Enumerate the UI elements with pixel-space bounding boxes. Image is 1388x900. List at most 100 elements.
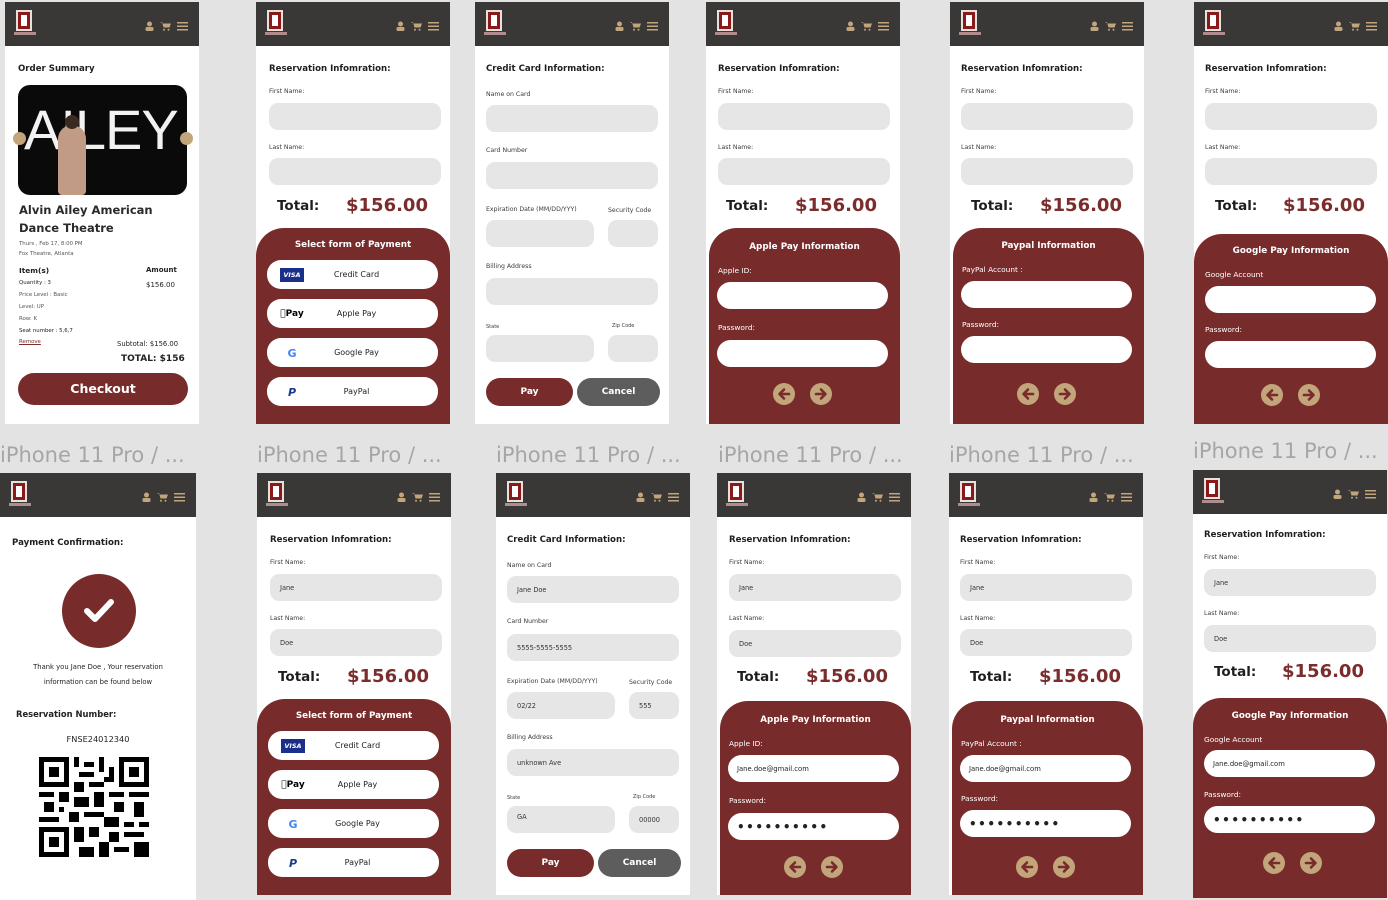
pay-button[interactable]: Pay	[486, 378, 573, 406]
theatre-logo[interactable]	[14, 10, 36, 36]
last-name-input[interactable]	[961, 158, 1133, 185]
back-arrow-icon[interactable]	[784, 856, 806, 878]
user-icon[interactable]	[1333, 489, 1342, 499]
password-input[interactable]: ••••••••••	[960, 810, 1131, 837]
theatre-logo[interactable]	[726, 481, 748, 507]
name-on-card-input[interactable]	[486, 105, 658, 132]
password-input[interactable]	[717, 340, 888, 367]
menu-icon[interactable]	[889, 492, 900, 502]
cancel-button[interactable]: Cancel	[598, 849, 681, 877]
first-name-input[interactable]	[718, 103, 890, 130]
theatre-logo[interactable]	[1202, 478, 1224, 504]
card-number-input[interactable]	[486, 162, 658, 189]
cart-icon[interactable]	[1105, 21, 1116, 31]
theatre-logo[interactable]	[266, 481, 288, 507]
first-name-input[interactable]	[269, 103, 441, 130]
menu-icon[interactable]	[174, 492, 185, 502]
first-name-input[interactable]: Jane	[729, 574, 901, 601]
last-name-input[interactable]: Doe	[960, 629, 1132, 656]
name-on-card-input[interactable]: Jane Doe	[507, 576, 679, 603]
theatre-logo[interactable]	[958, 481, 980, 507]
menu-icon[interactable]	[1121, 492, 1132, 502]
menu-icon[interactable]	[647, 21, 658, 31]
google-pay-button[interactable]: G Google Pay	[267, 338, 438, 367]
cart-icon[interactable]	[160, 21, 171, 31]
first-name-input[interactable]	[1205, 103, 1377, 130]
remove-link[interactable]: Remove	[19, 339, 41, 345]
google-account-input[interactable]: Jane.doe@gmail.com	[1204, 750, 1375, 777]
last-name-input[interactable]	[1205, 158, 1377, 185]
credit-card-button[interactable]: VISA Credit Card	[268, 731, 439, 760]
cart-icon[interactable]	[412, 492, 423, 502]
theatre-logo[interactable]	[715, 10, 737, 36]
next-arrow-icon[interactable]	[1298, 384, 1320, 406]
back-arrow-icon[interactable]	[773, 383, 795, 405]
menu-icon[interactable]	[1122, 21, 1133, 31]
theatre-logo[interactable]	[505, 481, 527, 507]
paypal-account-input[interactable]	[961, 281, 1132, 308]
zip-input[interactable]: 00000	[629, 806, 679, 833]
user-icon[interactable]	[145, 21, 154, 31]
first-name-input[interactable]: Jane	[1204, 569, 1376, 596]
user-icon[interactable]	[846, 21, 855, 31]
last-name-input[interactable]	[269, 158, 441, 185]
back-arrow-icon[interactable]	[1261, 384, 1283, 406]
user-icon[interactable]	[142, 492, 151, 502]
next-arrow-icon[interactable]	[1300, 852, 1322, 874]
user-icon[interactable]	[396, 21, 405, 31]
last-name-input[interactable]: Doe	[270, 629, 442, 656]
security-code-input[interactable]: 555	[629, 692, 679, 719]
state-input[interactable]: GA	[507, 806, 615, 833]
menu-icon[interactable]	[1365, 489, 1376, 499]
google-account-input[interactable]	[1205, 286, 1376, 313]
cart-icon[interactable]	[1348, 489, 1359, 499]
paypal-button[interactable]: P PayPal	[267, 377, 438, 406]
last-name-input[interactable]	[718, 158, 890, 185]
password-input[interactable]: ••••••••••	[728, 813, 899, 840]
cart-icon[interactable]	[1104, 492, 1115, 502]
state-input[interactable]	[486, 335, 594, 362]
password-input[interactable]	[961, 336, 1132, 363]
menu-icon[interactable]	[878, 21, 889, 31]
user-icon[interactable]	[1334, 21, 1343, 31]
cart-icon[interactable]	[1349, 21, 1360, 31]
last-name-input[interactable]: Doe	[1204, 625, 1376, 652]
zip-input[interactable]	[608, 335, 658, 362]
cancel-button[interactable]: Cancel	[577, 378, 660, 406]
apple-id-input[interactable]: Jane.doe@gmail.com	[728, 755, 899, 782]
theatre-logo[interactable]	[484, 10, 506, 36]
next-arrow-icon[interactable]	[1054, 383, 1076, 405]
pay-button[interactable]: Pay	[507, 849, 594, 877]
next-arrow-icon[interactable]	[1053, 856, 1075, 878]
card-number-input[interactable]: 5555-5555-5555	[507, 634, 679, 661]
user-icon[interactable]	[857, 492, 866, 502]
first-name-input[interactable]: Jane	[960, 574, 1132, 601]
cart-icon[interactable]	[411, 21, 422, 31]
menu-icon[interactable]	[429, 492, 440, 502]
cart-icon[interactable]	[651, 492, 662, 502]
back-arrow-icon[interactable]	[1017, 383, 1039, 405]
first-name-input[interactable]: Jane	[270, 574, 442, 601]
apple-pay-button[interactable]: Pay Apple Pay	[268, 770, 439, 799]
theatre-logo[interactable]	[1203, 10, 1225, 36]
credit-card-button[interactable]: VISA Credit Card	[267, 260, 438, 289]
password-input[interactable]	[1205, 341, 1376, 368]
cart-icon[interactable]	[872, 492, 883, 502]
expiration-input[interactable]: 02/22	[507, 692, 615, 719]
last-name-input[interactable]: Doe	[729, 630, 901, 657]
paypal-account-input[interactable]: Jane.doe@gmail.com	[960, 755, 1131, 782]
carousel-prev-icon[interactable]	[13, 132, 26, 145]
expiration-input[interactable]	[486, 220, 594, 247]
billing-address-input[interactable]	[486, 278, 658, 305]
theatre-logo[interactable]	[265, 10, 287, 36]
checkout-button[interactable]: Checkout	[18, 373, 188, 405]
back-arrow-icon[interactable]	[1263, 852, 1285, 874]
theatre-logo[interactable]	[959, 10, 981, 36]
next-arrow-icon[interactable]	[810, 383, 832, 405]
cart-icon[interactable]	[861, 21, 872, 31]
google-pay-button[interactable]: G Google Pay	[268, 809, 439, 838]
password-input[interactable]: ••••••••••	[1204, 806, 1375, 833]
user-icon[interactable]	[615, 21, 624, 31]
user-icon[interactable]	[636, 492, 645, 502]
menu-icon[interactable]	[1366, 21, 1377, 31]
